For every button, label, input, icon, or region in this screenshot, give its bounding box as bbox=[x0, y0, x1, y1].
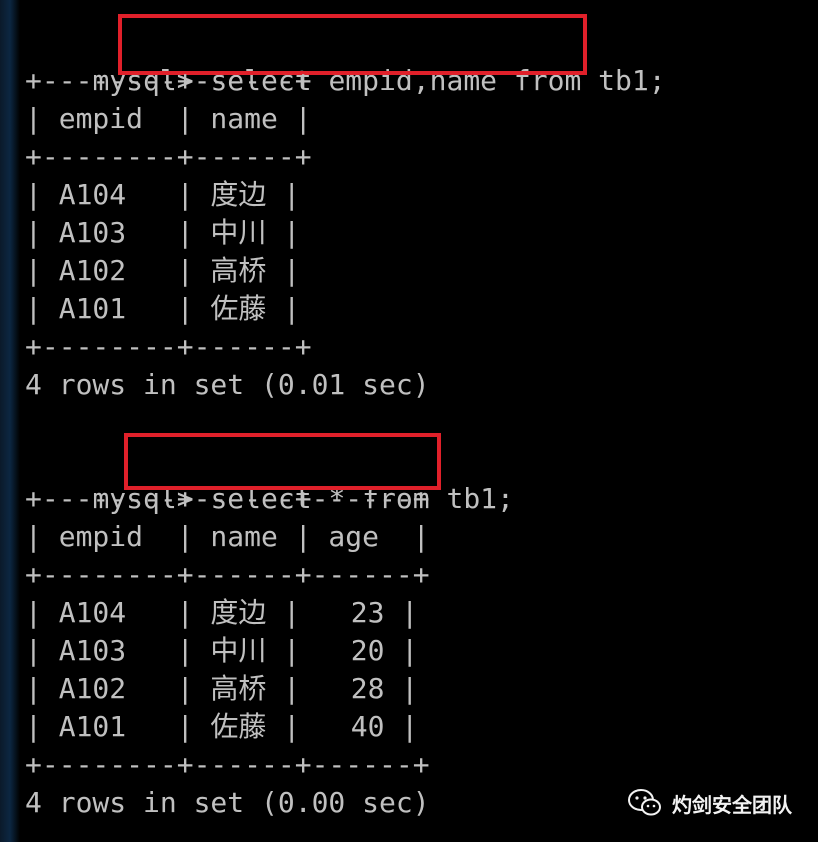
table-row: | A103 | 中川 | 20 | bbox=[25, 634, 419, 667]
table-row: | A102 | 高桥 | bbox=[25, 254, 301, 287]
terminal-window[interactable]: mysql> select empid,name from tb1; +----… bbox=[0, 0, 818, 842]
table-border: +--------+------+------+ bbox=[25, 748, 430, 781]
watermark-text: 灼剑安全团队 bbox=[672, 792, 792, 817]
table-row: | A104 | 度边 | 23 | bbox=[25, 596, 419, 629]
table-border: +--------+------+------+ bbox=[25, 482, 430, 515]
table-header: | empid | name | bbox=[25, 102, 312, 135]
table-row: | A104 | 度边 | bbox=[25, 178, 301, 211]
table-row: | A102 | 高桥 | 28 | bbox=[25, 672, 419, 705]
table-border: +--------+------+ bbox=[25, 140, 312, 173]
window-edge bbox=[0, 0, 20, 842]
table-row: | A101 | 佐藤 | bbox=[25, 292, 301, 325]
table-row: | A101 | 佐藤 | 40 | bbox=[25, 710, 419, 743]
table-border: +--------+------+------+ bbox=[25, 558, 430, 591]
result-line: 4 rows in set (0.01 sec) bbox=[25, 368, 430, 401]
watermark: 灼剑安全团队 bbox=[628, 786, 792, 820]
result-line: 4 rows in set (0.00 sec) bbox=[25, 786, 430, 819]
table-row: | A103 | 中川 | bbox=[25, 216, 301, 249]
table-border: +--------+------+ bbox=[25, 64, 312, 97]
table-header: | empid | name | age | bbox=[25, 520, 430, 553]
wechat-icon bbox=[628, 788, 662, 818]
table-border: +--------+------+ bbox=[25, 330, 312, 363]
